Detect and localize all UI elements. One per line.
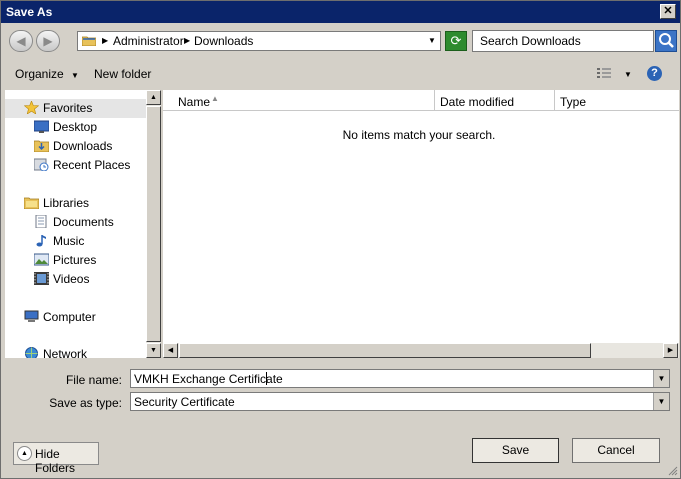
date-header-label: Date modified — [440, 95, 515, 109]
computer-label: Computer — [43, 310, 96, 324]
file-name-label: File name: — [65, 373, 122, 387]
search-icon — [659, 33, 674, 48]
navigation-pane: Favorites Desktop Downloads Recent Place… — [5, 90, 146, 358]
column-header-type[interactable]: Type — [555, 90, 679, 111]
scroll-right-button[interactable]: ▶ — [663, 343, 678, 358]
desktop-icon — [34, 120, 49, 133]
downloads-label: Downloads — [53, 139, 113, 153]
refresh-icon: ⟳ — [450, 33, 462, 48]
breadcrumb-arrow-icon: ▶ — [102, 36, 109, 45]
organize-label: Organize — [15, 67, 64, 81]
breadcrumb-arrow-icon: ▶ — [184, 36, 191, 45]
file-name-dropdown-button[interactable]: ▼ — [653, 370, 669, 387]
desktop-label: Desktop — [53, 120, 98, 134]
downloads-folder-icon — [34, 140, 49, 152]
close-button[interactable]: ✕ — [660, 4, 676, 19]
column-header-date-modified[interactable]: Date modified — [435, 90, 555, 111]
hide-folders-button[interactable]: ▲ Hide Folders — [13, 442, 99, 475]
documents-icon — [35, 215, 47, 228]
command-bar: Organize ▼ New folder ▼ ? — [1, 59, 680, 89]
navigation-pane-scrollbar[interactable]: ▲ ▼ — [146, 90, 161, 358]
cancel-button[interactable]: Cancel — [572, 438, 660, 463]
chevron-down-icon: ▼ — [657, 374, 666, 383]
chevron-up-icon: ▲ — [17, 446, 32, 461]
arrow-up-icon: ▲ — [150, 94, 157, 101]
scroll-up-button[interactable]: ▲ — [146, 90, 161, 105]
music-label: Music — [53, 234, 85, 248]
arrow-down-icon: ▼ — [150, 347, 157, 354]
search-input[interactable]: Search Downloads — [472, 30, 654, 52]
dialog-title: Save As — [6, 5, 53, 19]
view-dropdown-icon[interactable]: ▼ — [624, 70, 632, 79]
search-placeholder: Search Downloads — [480, 34, 581, 48]
title-bar: Save As ✕ — [1, 1, 680, 23]
scroll-down-button[interactable]: ▼ — [146, 343, 161, 358]
arrow-left-icon: ◀ — [167, 347, 174, 354]
new-folder-button[interactable]: New folder — [94, 67, 151, 81]
navigation-bar: ◀ ▶ ▶ Administrator ▶ Downloads ▼ ⟳ Sear… — [1, 23, 680, 59]
network-icon — [25, 347, 38, 358]
type-header-label: Type — [560, 95, 587, 109]
scroll-left-button[interactable]: ◀ — [163, 343, 178, 358]
save-as-type-value: Security Certificate — [134, 395, 235, 409]
favorites-label: Favorites — [43, 101, 93, 115]
save-as-dialog: Save As ✕ ◀ ▶ ▶ Administrator ▶ Download… — [0, 0, 681, 479]
recent-places-label: Recent Places — [53, 158, 131, 172]
file-name-value: VMKH Exchange Certificate — [134, 372, 283, 386]
forward-button[interactable]: ▶ — [36, 30, 60, 52]
resize-grip-icon[interactable] — [668, 466, 678, 476]
videos-label: Videos — [53, 272, 90, 286]
back-button[interactable]: ◀ — [9, 30, 33, 52]
back-arrow-icon: ◀ — [16, 34, 26, 48]
column-header-name[interactable]: Name ▲ — [163, 90, 435, 111]
documents-label: Documents — [53, 215, 114, 229]
chevron-down-icon: ▼ — [71, 71, 79, 80]
videos-icon — [34, 272, 49, 285]
recent-places-icon — [34, 158, 49, 171]
libraries-label: Libraries — [43, 196, 90, 210]
forward-arrow-icon: ▶ — [43, 34, 53, 48]
save-as-type-select[interactable]: Security Certificate ▼ — [130, 392, 670, 411]
save-button[interactable]: Save — [472, 438, 559, 463]
scroll-thumb[interactable] — [146, 106, 161, 342]
hide-folders-label: Hide Folders — [35, 447, 76, 475]
search-button[interactable] — [655, 30, 677, 52]
file-list-scrollbar[interactable]: ◀ ▶ — [163, 343, 679, 358]
empty-list-message: No items match your search. — [342, 128, 496, 142]
folder-icon — [82, 36, 96, 46]
libraries-icon — [24, 197, 39, 209]
address-dropdown-icon[interactable]: ▼ — [428, 34, 436, 48]
computer-icon — [24, 310, 39, 322]
organize-button[interactable]: Organize ▼ — [15, 67, 79, 81]
save-as-type-label: Save as type: — [49, 396, 122, 410]
address-bar[interactable]: ▶ Administrator ▶ Downloads ▼ — [77, 31, 441, 51]
breadcrumb-administrator[interactable]: Administrator — [113, 34, 184, 48]
refresh-button[interactable]: ⟳ — [445, 31, 467, 51]
pictures-icon — [34, 253, 49, 266]
breadcrumb-downloads[interactable]: Downloads — [194, 34, 253, 48]
text-caret — [266, 372, 267, 385]
chevron-down-icon: ▼ — [657, 397, 666, 406]
file-list[interactable]: Name ▲ Date modified Type No items match… — [163, 90, 679, 358]
pictures-label: Pictures — [53, 253, 97, 267]
star-icon — [24, 101, 39, 114]
close-icon: ✕ — [663, 5, 673, 17]
arrow-right-icon: ▶ — [667, 347, 674, 354]
help-icon[interactable]: ? — [647, 66, 662, 81]
music-icon — [36, 235, 46, 247]
name-header-label: Name — [178, 95, 211, 109]
horizontal-scroll-thumb[interactable] — [179, 343, 591, 358]
view-options-icon[interactable] — [597, 67, 611, 79]
network-label: Network — [43, 347, 88, 358]
sort-ascending-icon: ▲ — [211, 94, 219, 103]
file-name-field[interactable]: VMKH Exchange Certificate ▼ — [130, 369, 670, 388]
save-as-type-dropdown-button[interactable]: ▼ — [653, 393, 669, 410]
